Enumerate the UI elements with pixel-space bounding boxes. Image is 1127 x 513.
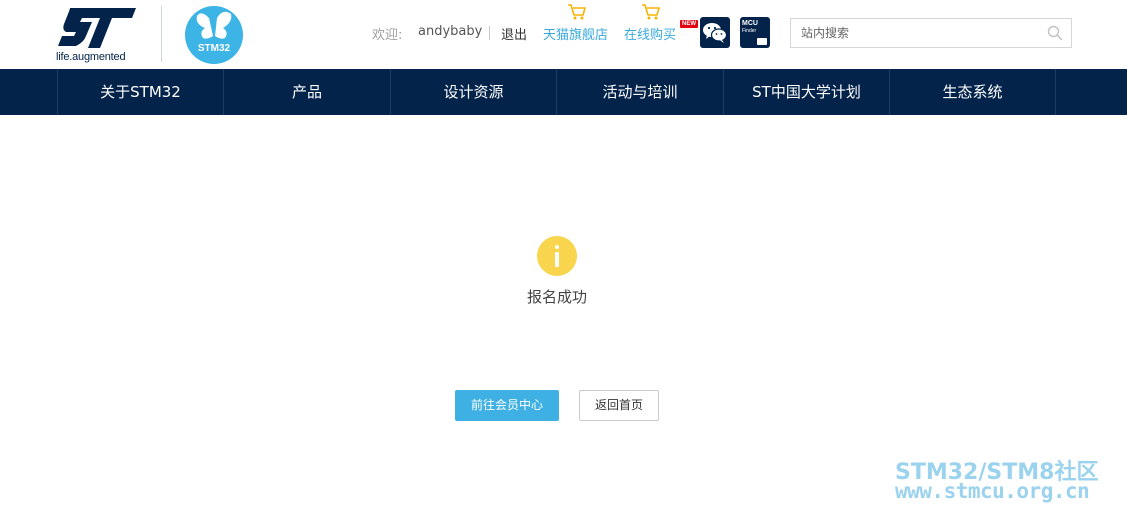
mcu-finder-title: MCU <box>742 20 758 27</box>
st-logo-icon <box>58 8 136 48</box>
shopping-cart-icon <box>568 4 586 20</box>
wechat-icon <box>703 23 728 43</box>
site-header: life.augmented STM32 欢迎: andybaby 退出 天猫旗… <box>0 0 1127 69</box>
search-icon[interactable] <box>1047 25 1063 41</box>
mcu-finder-subtitle: Finder <box>742 28 757 34</box>
nav-item-design-resources[interactable]: 设计资源 <box>390 69 556 115</box>
search-input[interactable] <box>791 19 1041 47</box>
divider <box>489 26 490 40</box>
tmall-store-link[interactable]: 天猫旗舰店 <box>543 3 615 43</box>
logo-divider <box>161 6 162 62</box>
nav-item-university-program[interactable]: ST中国大学计划 <box>723 69 889 115</box>
online-shop-link[interactable]: 在线购买 NEW <box>624 3 698 43</box>
info-icon <box>537 236 577 276</box>
nav-item-about-stm32[interactable]: 关于STM32 <box>57 69 223 115</box>
welcome-label: 欢迎: <box>372 28 403 43</box>
wechat-button[interactable] <box>700 17 730 48</box>
logout-link[interactable]: 退出 <box>501 24 527 43</box>
username[interactable]: andybaby <box>418 24 482 39</box>
stm32-logo[interactable]: STM32 <box>185 6 243 64</box>
site-search <box>790 18 1072 48</box>
online-shop-label: 在线购买 <box>624 28 677 43</box>
nav-item-ecosystem[interactable]: 生态系统 <box>889 69 1055 115</box>
shopping-cart-icon <box>642 4 660 20</box>
mcu-finder-button[interactable]: MCU Finder <box>740 17 770 48</box>
watermark-url: www.stmcu.org.cn <box>895 479 1090 503</box>
tmall-store-label: 天猫旗舰店 <box>543 28 609 43</box>
member-center-button[interactable]: 前往会员中心 <box>455 390 559 421</box>
st-logo[interactable]: life.augmented <box>56 6 140 64</box>
brand-tagline: life.augmented <box>56 51 126 63</box>
nav-divider <box>1055 69 1056 115</box>
nav-item-products[interactable]: 产品 <box>223 69 390 115</box>
butterfly-icon <box>196 11 232 39</box>
back-home-button[interactable]: 返回首页 <box>579 390 659 421</box>
nav-item-events-training[interactable]: 活动与培训 <box>556 69 723 115</box>
status-message: 报名成功 <box>526 288 587 306</box>
info-icon-bar <box>555 252 559 267</box>
new-badge: NEW <box>680 20 698 28</box>
stm32-badge-text: STM32 <box>197 43 231 54</box>
info-icon-dot <box>555 245 559 249</box>
st-mini-logo-icon <box>757 38 767 45</box>
main-nav: 关于STM32 产品 设计资源 活动与培训 ST中国大学计划 生态系统 <box>0 69 1127 115</box>
